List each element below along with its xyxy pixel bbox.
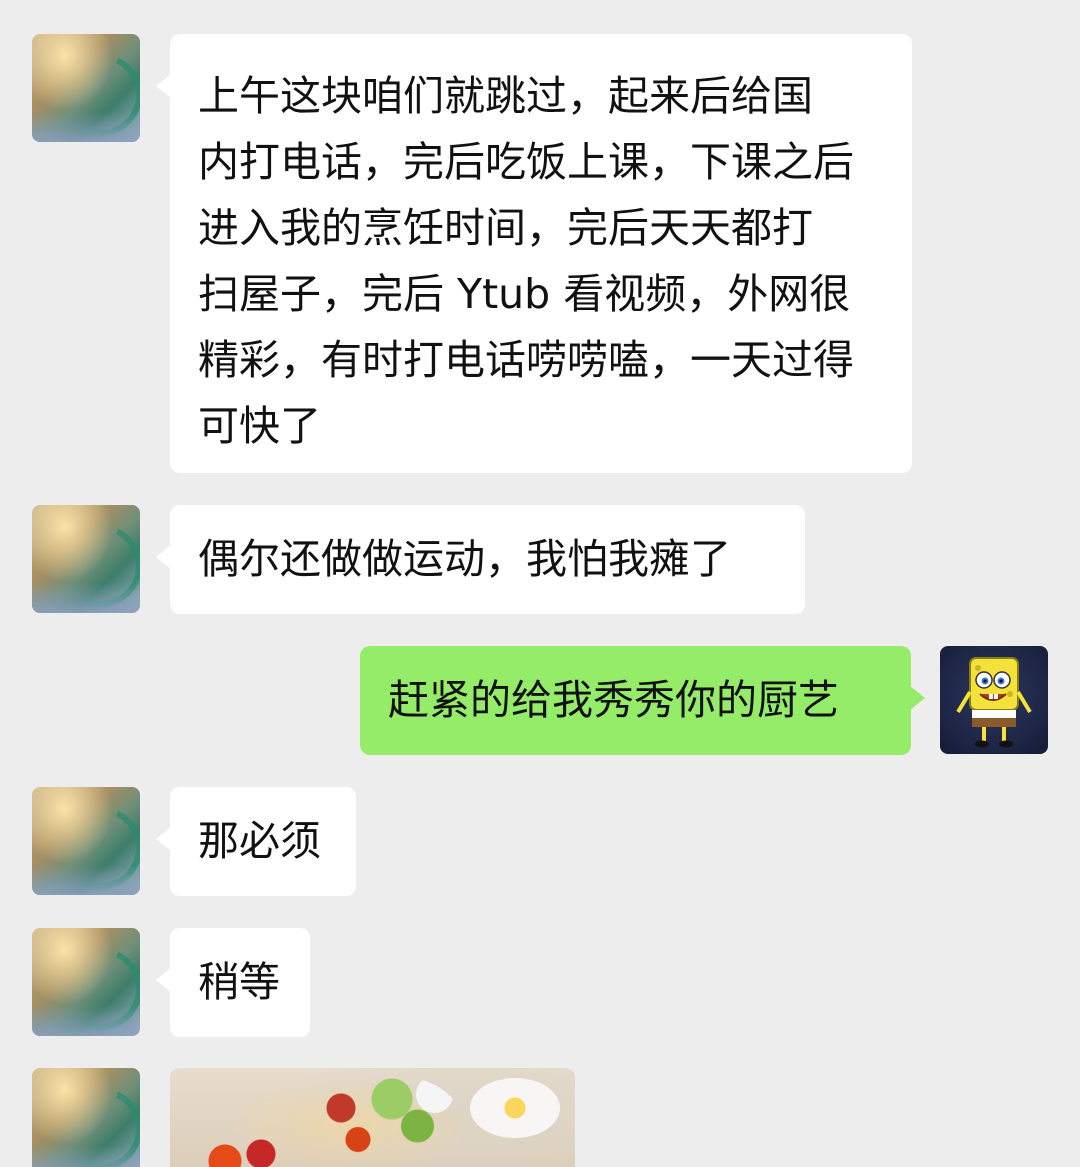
message-text-line: 偶尔还做做运动，我怕我瘫了 xyxy=(198,535,731,583)
fried-egg xyxy=(470,1078,560,1138)
tomato-slices xyxy=(198,1126,288,1167)
message-bubble[interactable]: 赶紧的给我秀秀你的厨艺 xyxy=(360,646,925,755)
message-text-line: 内打电话，完后吃饭上课，下课之后 xyxy=(198,138,854,186)
message-bubble[interactable]: 偶尔还做做运动，我怕我瘫了 xyxy=(156,505,805,614)
friend-avatar[interactable] xyxy=(32,505,140,613)
message-bubble[interactable]: 稍等 xyxy=(156,928,310,1037)
vegetable-topping xyxy=(290,1072,460,1162)
self-avatar[interactable] xyxy=(940,646,1048,754)
message-text-line: 那必须 xyxy=(198,817,321,865)
message-text-line: 上午这块咱们就跳过，起来后给国 xyxy=(198,72,813,120)
friend-avatar[interactable] xyxy=(32,34,140,142)
friend-avatar[interactable] xyxy=(32,928,140,1036)
message-bubble[interactable]: 那必须 xyxy=(156,787,356,896)
message-text-line: 稍等 xyxy=(198,958,280,1006)
message-text-line: 精彩，有时打电话唠唠嗑，一天过得 xyxy=(198,336,854,384)
message-text-line: 扫屋子，完后 Ytub 看视频，外网很 xyxy=(198,270,851,318)
message-bubble[interactable]: 上午这块咱们就跳过，起来后给国 内打电话，完后吃饭上课，下课之后 进入我的烹饪时… xyxy=(156,34,912,473)
chat-message-list[interactable]: 上午这块咱们就跳过，起来后给国 内打电话，完后吃饭上课，下课之后 进入我的烹饪时… xyxy=(0,0,1080,1167)
message-text-line: 可快了 xyxy=(198,402,321,450)
message-text-line: 赶紧的给我秀秀你的厨艺 xyxy=(388,676,839,724)
message-text-line: 进入我的烹饪时间，完后天天都打 xyxy=(198,204,813,252)
friend-avatar[interactable] xyxy=(32,787,140,895)
sponge-character-icon xyxy=(956,657,1032,748)
friend-avatar[interactable] xyxy=(32,1068,140,1167)
image-message[interactable] xyxy=(170,1068,575,1167)
